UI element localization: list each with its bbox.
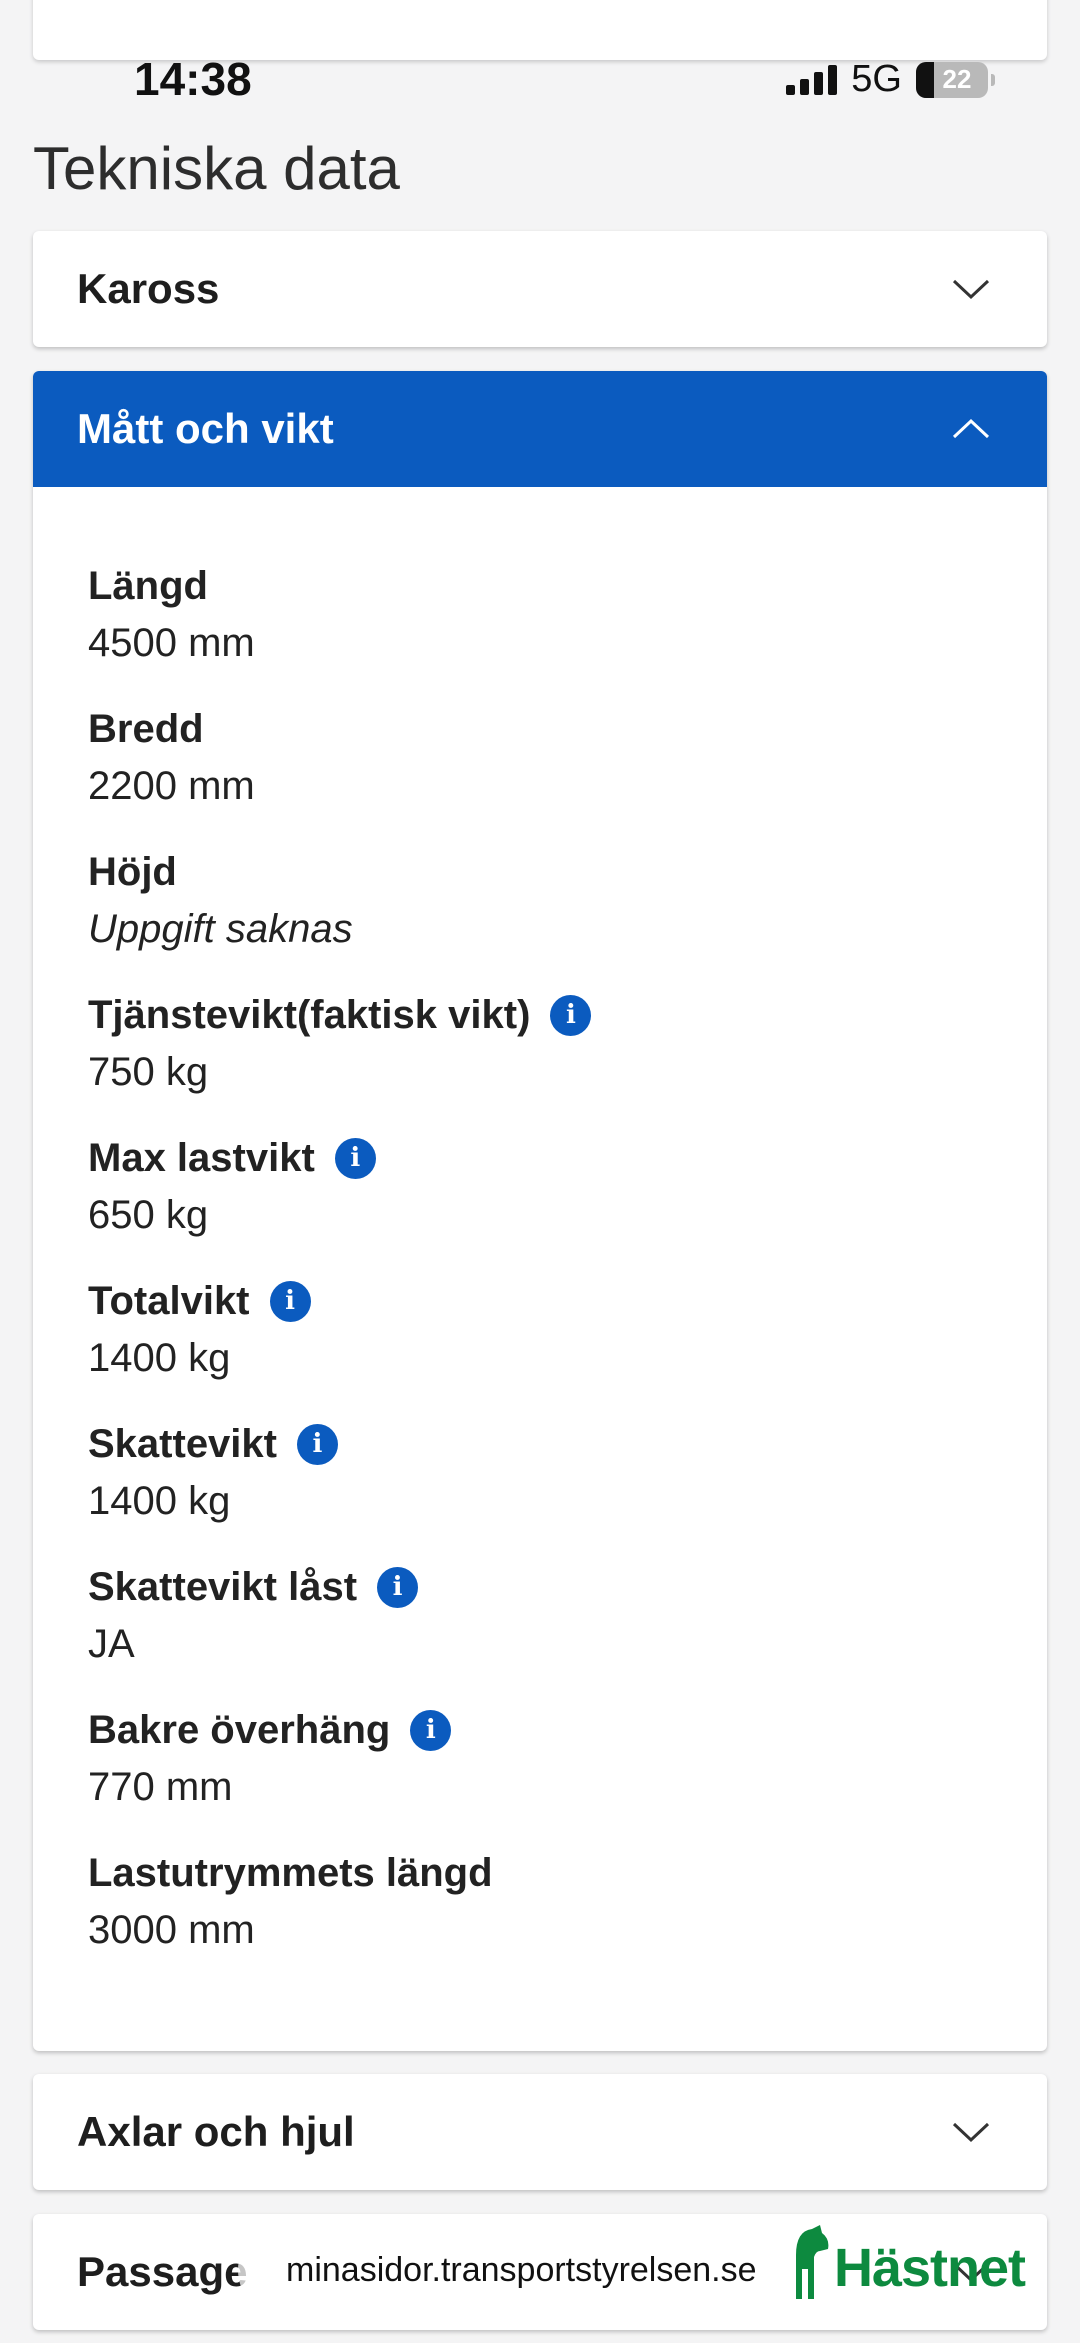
chevron-down-icon	[952, 279, 990, 300]
field-label: Längd	[88, 561, 992, 611]
accordion-kaross: Kaross	[33, 231, 1047, 347]
field-row: Höjd Uppgift saknas	[88, 847, 992, 990]
field-label-text: Max lastvikt	[88, 1135, 315, 1180]
field-row: Längd 4500 mm	[88, 561, 992, 704]
field-label: Skattevikt låst i	[88, 1562, 992, 1612]
address-bar[interactable]: minasidor.transportstyrelsen.se	[238, 2222, 848, 2318]
info-icon[interactable]: i	[550, 994, 592, 1036]
field-value: 4500 mm	[88, 621, 255, 665]
accordion-header-matt-och-vikt[interactable]: Mått och vikt	[33, 371, 1047, 487]
info-icon[interactable]: i	[410, 1709, 452, 1751]
accordion-label: Axlar och hjul	[77, 2108, 355, 2155]
info-icon[interactable]: i	[296, 1423, 338, 1465]
chevron-down-icon	[952, 2122, 990, 2143]
dimensions-list: Längd 4500 mm Bredd 2200 mm Höjd Uppgift sakn…	[33, 487, 1047, 1991]
network-type: 5G	[851, 58, 902, 100]
accordion-header-kaross[interactable]: Kaross	[33, 231, 1047, 347]
field-value: 2200 mm	[88, 764, 255, 808]
field-label: Tjänstevikt(faktisk vikt) i	[88, 990, 992, 1040]
brand-watermark: Hästnet	[790, 2225, 1026, 2299]
field-label-text: Bakre överhäng	[88, 1707, 391, 1752]
url-text: minasidor.transportstyrelsen.se	[286, 2250, 757, 2289]
accordion-label: Kaross	[77, 265, 220, 312]
field-row: Lastutrymmets längd 3000 mm	[88, 1848, 992, 1991]
field-label: Bakre överhäng i	[88, 1705, 992, 1755]
field-label-text: Skattevikt låst	[88, 1564, 358, 1609]
field-row: Max lastvikt i 650 kg	[88, 1133, 992, 1276]
accordion-header-axlar-och-hjul[interactable]: Axlar och hjul	[33, 2074, 1047, 2190]
info-icon[interactable]: i	[334, 1137, 376, 1179]
battery-icon: 22	[916, 61, 995, 98]
field-label-text: Bredd	[88, 706, 204, 751]
field-value: 650 kg	[88, 1193, 209, 1237]
status-icons: 5G 22	[786, 58, 995, 101]
field-label: Lastutrymmets längd	[88, 1848, 992, 1898]
field-label-text: Längd	[88, 563, 208, 608]
field-label-text: Lastutrymmets längd	[88, 1850, 493, 1895]
brand-name: Hästnet	[834, 2238, 1026, 2298]
section-title: Tekniska data	[33, 135, 400, 202]
accordion-axlar-och-hjul: Axlar och hjul	[33, 2074, 1047, 2190]
accordion-matt-och-vikt: Mått och vikt Längd 4500 mm Bredd 2200 mm Hö…	[33, 371, 1047, 2051]
info-icon[interactable]: i	[377, 1566, 419, 1608]
accordion-label: Passage	[77, 2248, 248, 2295]
field-label: Bredd	[88, 704, 992, 754]
horse-logo-icon	[796, 2225, 829, 2299]
field-label: Max lastvikt i	[88, 1133, 992, 1183]
field-row: Bakre överhäng i 770 mm	[88, 1705, 992, 1848]
field-label: Skattevikt i	[88, 1419, 992, 1469]
field-label: Höjd	[88, 847, 992, 897]
chevron-up-icon	[952, 418, 990, 439]
field-value: Uppgift saknas	[88, 907, 353, 951]
field-row: Totalvikt i 1400 kg	[88, 1276, 992, 1419]
accordion-label: Mått och vikt	[77, 405, 334, 452]
field-row: Skattevikt i 1400 kg	[88, 1419, 992, 1562]
field-row: Bredd 2200 mm	[88, 704, 992, 847]
field-row: Tjänstevikt(faktisk vikt) i 750 kg	[88, 990, 992, 1133]
field-label: Totalvikt i	[88, 1276, 992, 1326]
field-value: 3000 mm	[88, 1908, 255, 1952]
field-row: Skattevikt låst i JA	[88, 1562, 992, 1705]
field-label-text: Tjänstevikt(faktisk vikt)	[88, 992, 531, 1037]
field-value: 1400 kg	[88, 1336, 231, 1380]
field-value: 1400 kg	[88, 1479, 231, 1523]
status-time: 14:38	[134, 53, 252, 105]
info-icon[interactable]: i	[269, 1280, 311, 1322]
field-label-text: Skattevikt	[88, 1421, 277, 1466]
battery-level: 22	[942, 64, 972, 94]
field-value: JA	[88, 1622, 135, 1666]
cellular-signal-icon	[786, 64, 838, 95]
screen: 14:38 5G 22 Tekniska data Kaross Mått oc…	[0, 0, 1080, 2343]
field-value: 750 kg	[88, 1050, 209, 1094]
field-label-text: Höjd	[88, 849, 177, 894]
field-label-text: Totalvikt	[88, 1278, 250, 1323]
previous-card	[33, 0, 1047, 60]
field-value: 770 mm	[88, 1765, 233, 1809]
